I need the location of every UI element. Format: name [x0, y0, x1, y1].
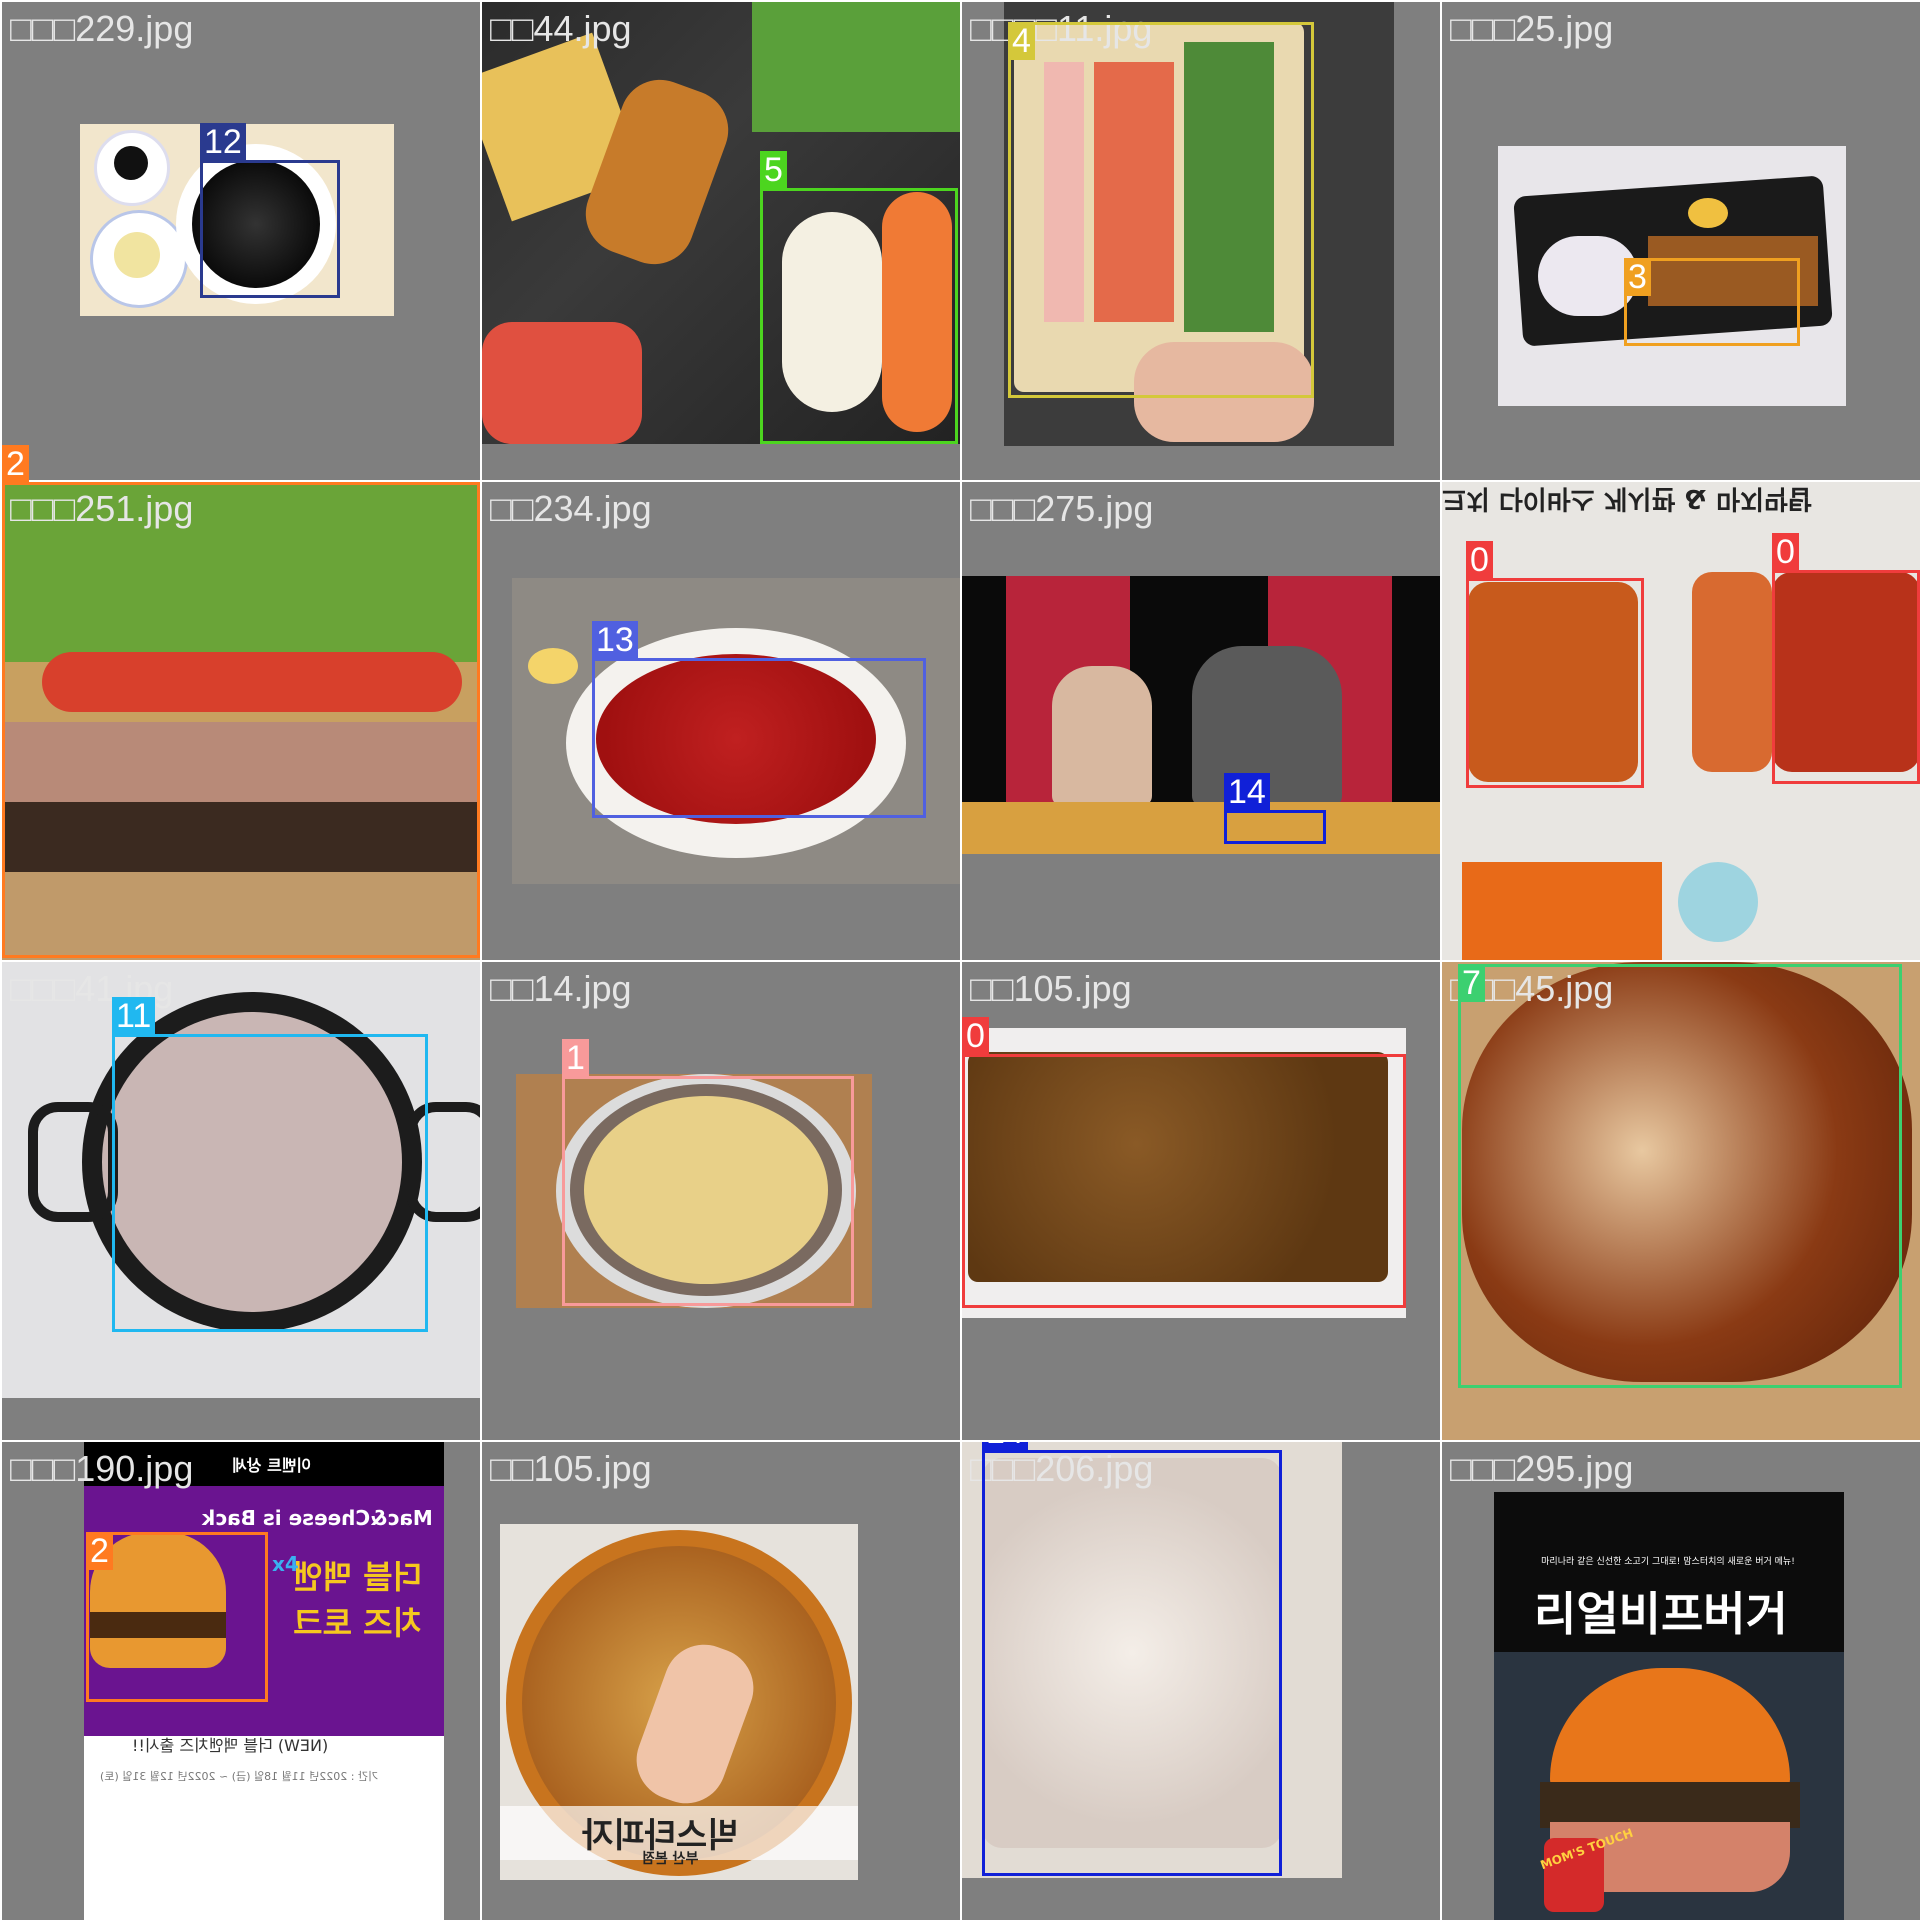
detection-box: 1	[562, 1039, 854, 1306]
poster-date: 기간 : 2022년 11월 18일 (금) ~ 2022년 12월 31일 (…	[100, 1770, 379, 1783]
detection-box: 2	[86, 1532, 268, 1702]
filename-label: □□105.jpg	[490, 1448, 652, 1489]
class-id-label: 0	[1772, 533, 1799, 571]
tile-15: □□□206.jpg 14	[962, 1442, 1440, 1920]
class-id-label: 14	[1224, 773, 1270, 811]
class-id-label: 4	[1008, 22, 1035, 60]
poster-tagline: 마리나라 같은 신선한 소고기 그대로! 맘스터치의 새로운 버거 메뉴!	[1541, 1557, 1795, 1567]
detection-box: 0	[1772, 533, 1920, 784]
detection-box: 5	[760, 151, 958, 444]
detection-box: 0	[962, 1017, 1406, 1308]
detection-mosaic: □□□229.jpg 12 □□44.jpg 5 □□□□11.jpg 4 □□…	[0, 0, 1920, 1920]
detection-box: 4	[1008, 22, 1314, 398]
class-id-label: 11	[112, 997, 156, 1035]
class-id-label: 0	[962, 1017, 989, 1055]
filename-label: □□44.jpg	[490, 8, 632, 49]
detection-box: 13	[592, 621, 926, 818]
filename-label: □□14.jpg	[490, 968, 632, 1009]
detection-box: 14	[1224, 773, 1326, 844]
detection-box: 3	[1624, 258, 1800, 346]
tile-2: □□44.jpg 5	[482, 2, 960, 480]
filename-label: □□□190.jpg	[10, 1448, 194, 1489]
class-id-label: 2	[2, 445, 29, 483]
tile-10: □□14.jpg 1	[482, 962, 960, 1440]
detection-box: 14	[982, 1442, 1282, 1876]
filename-label: □□□295.jpg	[1450, 1448, 1634, 1489]
class-id-label: 1	[562, 1039, 589, 1077]
tile-8: 크치 다이바스 게시판 & 마지막탑 0 0	[1442, 482, 1920, 960]
tile-7: □□□275.jpg 14	[962, 482, 1440, 960]
tile-12: □□□45.jpg 7	[1442, 962, 1920, 1440]
detection-box: 7	[1458, 964, 1902, 1388]
class-id-label: 13	[592, 621, 638, 659]
class-id-label: 7	[1458, 964, 1485, 1002]
poster-sub: 부산 본점	[642, 1851, 699, 1867]
tile-16: 마리나라 같은 신선한 소고기 그대로! 맘스터치의 새로운 버거 메뉴! 리얼…	[1442, 1442, 1920, 1920]
class-id-label: 14	[982, 1442, 1028, 1451]
detection-box: 2	[2, 445, 480, 958]
poster-badge: x4	[272, 1552, 299, 1576]
filename-label: □□234.jpg	[490, 488, 652, 529]
tile-1: □□□229.jpg 12	[2, 2, 480, 480]
class-id-label: 0	[1466, 541, 1493, 579]
poster-title: 더블 맥앤치즈 토크	[293, 1558, 422, 1642]
tile-3: □□□□11.jpg 4	[962, 2, 1440, 480]
poster-body: (NEW) 더블 맥앤치즈 출시!!	[132, 1736, 329, 1755]
tile-11: □□105.jpg 0	[962, 962, 1440, 1440]
class-id-label: 3	[1624, 258, 1651, 296]
food-photo	[962, 576, 1440, 854]
tile-14: 빅스타피자 부산 본점 □□105.jpg	[482, 1442, 960, 1920]
tile-9: □□□41.jpg 11	[2, 962, 480, 1440]
detection-box: 11	[112, 997, 428, 1332]
detection-box: 0	[1466, 541, 1644, 788]
class-id-label: 5	[760, 151, 787, 189]
tile-13: 이벤트 상세 Mac&Cheese is Back 더블 맥앤치즈 토크 x4 …	[2, 1442, 480, 1920]
detection-box: 12	[200, 123, 340, 298]
filename-label: □□105.jpg	[970, 968, 1132, 1009]
class-id-label: 12	[200, 123, 246, 161]
tile-4: □□□25.jpg 3	[1442, 2, 1920, 480]
poster-header: 이벤트 상세	[232, 1456, 312, 1475]
filename-label: □□□229.jpg	[10, 8, 194, 49]
class-id-label: 2	[86, 1532, 113, 1570]
poster-headline: Mac&Cheese is Back	[202, 1506, 433, 1530]
tile-6: □□234.jpg 13	[482, 482, 960, 960]
watermark-text: 크치 다이바스 게시판 & 마지막탑	[1442, 483, 1812, 513]
filename-label: □□□25.jpg	[1450, 8, 1614, 49]
poster-title: 리얼비프버거	[1534, 1587, 1788, 1641]
filename-label: □□□275.jpg	[970, 488, 1154, 529]
